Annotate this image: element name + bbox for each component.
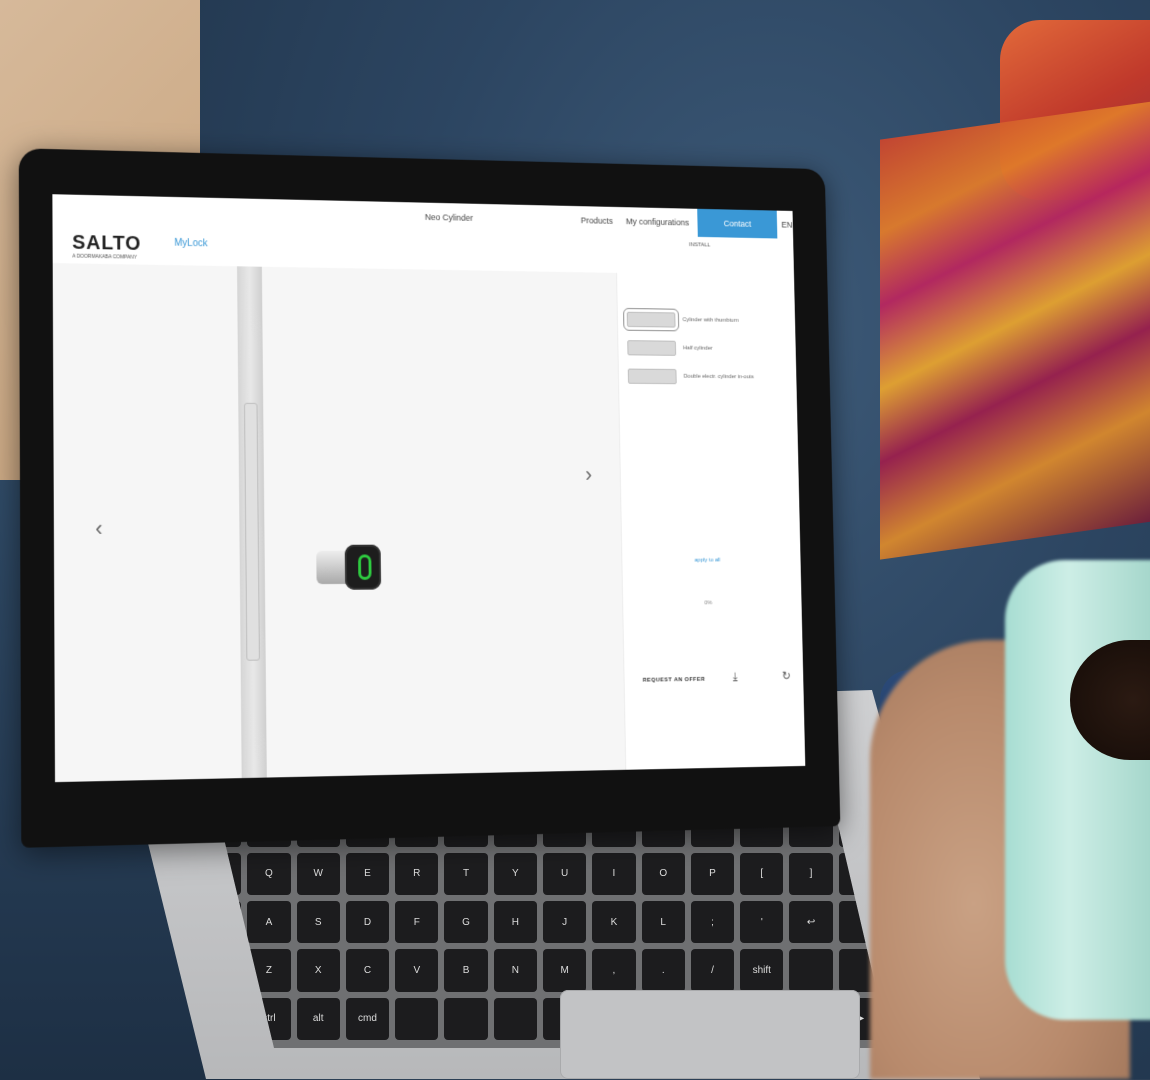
smart-cylinder [316,544,383,590]
options-panel: Cylinder with thumbturn Half cylinder Do… [616,272,806,770]
language-selector[interactable]: EN [781,220,792,230]
reset-icon[interactable]: ↻ [782,669,791,682]
keyboard-key: U [542,852,587,895]
keyboard-key [444,997,488,1040]
keyboard-key: R [395,852,439,895]
keyboard-key: L [641,900,685,944]
keyboard-key [395,997,439,1040]
keyboard-key: ' [740,900,784,944]
keyboard-key: Y [493,852,537,895]
option-half-cylinder[interactable]: Half cylinder [627,337,797,360]
nav-products[interactable]: Products [581,216,613,226]
keyboard-key [789,949,833,992]
next-arrow-icon[interactable]: › [585,462,592,487]
keyboard-key: E [345,852,390,895]
option-thumbnail [627,340,677,356]
logo-subtitle: A DOORMAKABA COMPANY [72,253,138,261]
keyboard-key: cmd [345,997,390,1040]
striped-blanket [880,100,1150,560]
keyboard-key: ↩ [789,900,833,944]
keyboard-key: F [395,900,439,944]
product-viewer: ‹ › [52,263,626,783]
keyboard-key [493,997,537,1040]
contact-button[interactable]: Contact [697,208,778,239]
keyboard-key: [ [740,852,784,895]
keyboard-key: O [641,852,685,895]
keyboard-key: D [345,900,390,944]
option-label: Cylinder with thumbturn [682,317,739,324]
option-label: Half cylinder [683,345,713,352]
keyboard-key: H [493,900,537,944]
keyboard-key: ] [789,852,833,895]
keyboard-key: K [592,900,636,944]
photo-scene: escF1F2F3F4F5F6F7F8F9F10F11F12⏏`12345678… [0,0,1150,1080]
product-name[interactable]: MyLock [174,238,207,249]
keyboard-key: P [690,852,735,895]
keyboard-key: J [542,900,587,944]
request-offer-button[interactable]: REQUEST AN OFFER [643,677,706,684]
led-ring [358,554,372,580]
keyboard-key: A [247,900,291,944]
keyboard-key: X [296,949,340,992]
trackpad [560,990,860,1079]
download-icon[interactable]: ⤓ [733,670,738,684]
prev-arrow-icon[interactable]: ‹ [95,516,102,542]
lock-plate [244,402,260,661]
option-thumbnail [627,368,677,385]
keyboard-key: G [444,900,488,944]
keyboard-key: , [592,949,636,992]
keyboard-key: . [641,949,685,992]
price-text: 0% [704,600,713,607]
coffee-mug [1005,560,1150,1020]
keyboard-key: C [345,949,390,992]
salto-logo[interactable]: SALTO [72,232,141,256]
keyboard-key: M [542,949,587,992]
keyboard-key: / [690,949,735,992]
nav-my-configurations[interactable]: My configurations [626,217,689,228]
keyboard-key: shift [740,949,784,992]
keyboard-key: N [493,949,537,992]
option-thumbnail [623,307,680,332]
option-double-cylinder[interactable]: Double electr. cylinder in-outs [627,366,798,388]
laptop-screen: Neo Cylinder Products My configurations … [52,194,806,783]
apply-link[interactable]: apply to all [695,558,721,564]
keyboard-key: ; [690,900,735,944]
option-cylinder-thumbturn[interactable]: Cylinder with thumbturn [623,307,796,332]
keyboard-key: S [296,900,340,944]
page-title: Neo Cylinder [424,212,474,223]
keyboard-key: B [444,949,488,992]
keyboard-key: T [444,852,488,895]
option-label: Double electr. cylinder in-outs [683,373,754,381]
keyboard-key: V [395,949,439,992]
keyboard-key: W [296,852,340,895]
install-label[interactable]: INSTALL [689,242,710,248]
keyboard-key: I [592,852,636,895]
keyboard-key: Q [247,852,291,895]
laptop-lid: Neo Cylinder Products My configurations … [18,148,841,848]
keyboard-key: alt [296,997,340,1040]
